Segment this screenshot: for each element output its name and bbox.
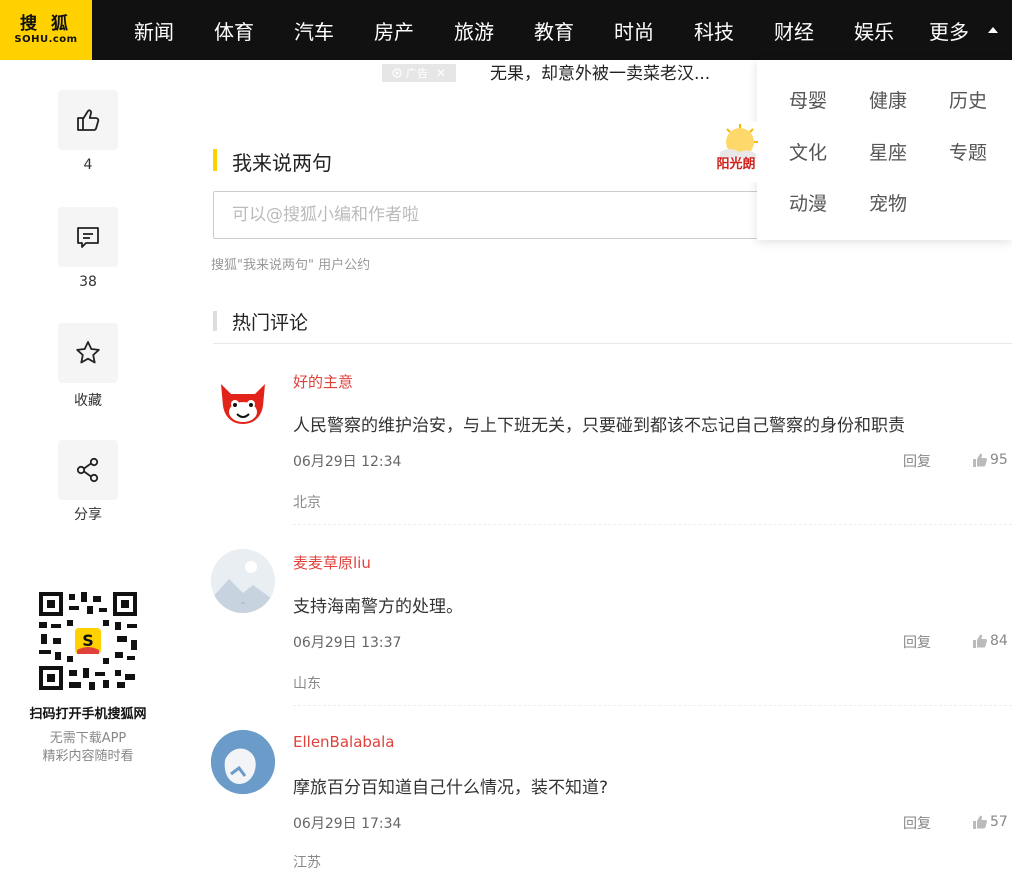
comment-separator — [293, 705, 1012, 706]
star-icon — [76, 341, 100, 364]
comment-like-button[interactable]: 57 — [972, 812, 1008, 832]
composer-title: 我来说两句 — [232, 151, 332, 175]
top-navigation-bar: 搜 狐 SOHU.com 新闻 体育 汽车 房产 旅游 教育 时尚 科技 财经 … — [0, 0, 1012, 60]
nav-news[interactable]: 新闻 — [118, 10, 190, 50]
comment-composer — [213, 191, 765, 239]
comment-text: 支持海南警方的处理。 — [293, 597, 463, 617]
comment-username[interactable]: 麦麦草原liu — [293, 552, 371, 573]
comment-location: 北京 — [293, 495, 321, 511]
comment-count: 38 — [79, 274, 97, 290]
comment-text: 摩旅百分百知道自己什么情况，装不知道? — [293, 778, 609, 798]
nav-auto[interactable]: 汽车 — [278, 10, 350, 50]
comment-avatar[interactable]: ~ — [211, 549, 275, 613]
share-icon — [76, 457, 99, 483]
comment-like-button[interactable]: 95 — [972, 450, 1008, 470]
comment-like-count: 57 — [990, 814, 1008, 830]
comment-username[interactable]: 好的主意 — [293, 371, 353, 392]
thumbs-up-icon — [77, 109, 100, 131]
nav-more[interactable]: 更多 — [918, 10, 980, 50]
promo-thumbnail[interactable]: 阳光朗 — [706, 122, 766, 182]
section-divider — [213, 343, 1012, 344]
svg-text:~: ~ — [240, 600, 245, 607]
comment-time: 06月29日 12:34 — [293, 454, 402, 470]
comment-location: 江苏 — [293, 855, 321, 871]
nav-finance[interactable]: 财经 — [758, 10, 830, 50]
favorite-label: 收藏 — [74, 393, 102, 409]
landscape-avatar-icon: ~ — [211, 549, 275, 613]
fox-avatar-icon — [221, 384, 265, 424]
reply-button[interactable]: 回复 — [903, 813, 931, 833]
qr-code-image: S — [37, 590, 139, 692]
nav-tech[interactable]: 科技 — [678, 10, 750, 50]
nav-entertainment[interactable]: 娱乐 — [838, 10, 910, 50]
comment-input[interactable] — [232, 202, 752, 228]
comment-icon — [77, 227, 99, 248]
ad-headline-link[interactable]: 无果，却意外被一卖菜老汉... — [488, 62, 734, 88]
more-channels-dropdown: 母婴 健康 历史 文化 星座 专题 动漫 宠物 — [757, 60, 1012, 240]
like-count: 4 — [83, 157, 93, 173]
favorite-button[interactable] — [58, 323, 118, 383]
thumbs-up-icon — [973, 815, 987, 829]
caret-up-icon — [988, 27, 998, 33]
ad-eye-icon — [392, 68, 402, 78]
nav-realestate[interactable]: 房产 — [358, 10, 430, 50]
logo-text-en: SOHU.com — [14, 34, 78, 45]
qr-subtext-1: 无需下载APP — [49, 731, 127, 746]
channel-history[interactable]: 历史 — [932, 78, 1004, 120]
share-label[interactable]: 分享 — [58, 504, 118, 526]
hot-comments-title: 热门评论 — [232, 312, 309, 334]
thumbs-up-icon — [973, 453, 987, 467]
nav-education[interactable]: 教育 — [518, 10, 590, 50]
like-button[interactable] — [58, 90, 118, 150]
comment-avatar[interactable] — [211, 368, 275, 432]
channel-horoscope[interactable]: 星座 — [852, 130, 924, 172]
promo-thumb-text: 阳光朗 — [716, 156, 755, 172]
qr-caption: 扫码打开手机搜狐网 — [29, 707, 147, 722]
reply-button[interactable]: 回复 — [903, 632, 931, 652]
comment-like-button[interactable]: 84 — [972, 631, 1008, 651]
hot-comments-accent — [213, 311, 217, 331]
qr-subtext-2: 精彩内容随时看 — [42, 749, 134, 764]
comment-like-count: 84 — [990, 633, 1008, 649]
ad-close-icon[interactable]: ✕ — [436, 66, 446, 80]
collapse-more-button[interactable] — [981, 18, 1005, 42]
comment-button[interactable] — [58, 207, 118, 267]
comment-avatar[interactable] — [211, 730, 275, 794]
ad-label: 广告 ✕ — [382, 64, 456, 82]
channel-health[interactable]: 健康 — [852, 78, 924, 120]
comment-separator — [293, 524, 1012, 525]
channel-special-topics[interactable]: 专题 — [932, 130, 1004, 172]
photo-avatar-icon — [211, 730, 275, 794]
channel-anime[interactable]: 动漫 — [772, 181, 844, 223]
share-button[interactable] — [58, 440, 118, 500]
thumbs-up-icon — [973, 634, 987, 648]
comment-username[interactable]: EllenBalabala — [293, 733, 394, 751]
user-agreement-link[interactable]: 搜狐"我来说两句" 用户公约 — [211, 254, 370, 273]
nav-fashion[interactable]: 时尚 — [598, 10, 670, 50]
ad-tag-text: 广告 — [405, 67, 428, 80]
comment-location: 山东 — [293, 676, 321, 692]
channel-culture[interactable]: 文化 — [772, 130, 844, 172]
channel-pets[interactable]: 宠物 — [852, 181, 924, 223]
nav-sports[interactable]: 体育 — [198, 10, 270, 50]
nav-travel[interactable]: 旅游 — [438, 10, 510, 50]
reply-button[interactable]: 回复 — [903, 451, 931, 471]
comment-time: 06月29日 17:34 — [293, 816, 402, 832]
comment-text: 人民警察的维护治安，与上下班无关，只要碰到都该不忘记自己警察的身份和职责 — [293, 416, 905, 436]
sohu-logo[interactable]: 搜 狐 SOHU.com — [0, 0, 92, 60]
comment-like-count: 95 — [990, 452, 1008, 468]
channel-maternity[interactable]: 母婴 — [772, 78, 844, 120]
comment-time: 06月29日 13:37 — [293, 635, 402, 651]
logo-text-cn: 搜 狐 — [20, 14, 72, 34]
composer-title-accent — [213, 149, 217, 171]
